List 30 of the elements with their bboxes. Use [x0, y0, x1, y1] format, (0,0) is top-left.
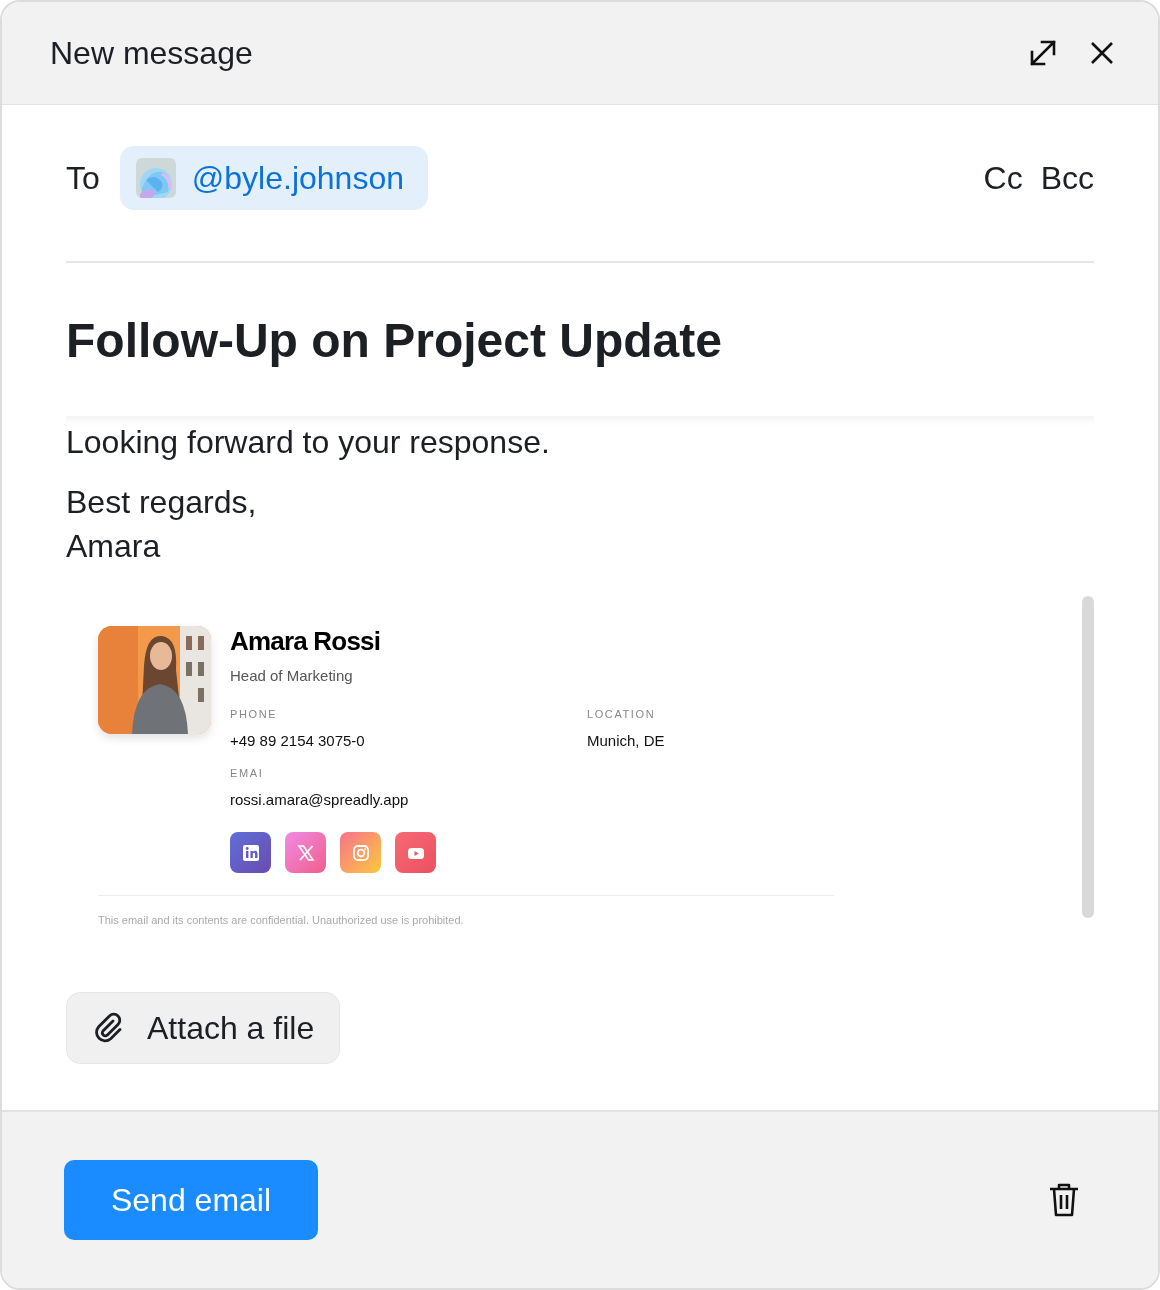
delete-button[interactable] [1048, 1182, 1080, 1218]
field-value: rossi.amara@spreadly.app [230, 791, 410, 808]
message-line: Best regards, [66, 483, 258, 522]
attach-button[interactable]: Attach a file [66, 992, 341, 1064]
expand-icon [1028, 38, 1058, 68]
close-icon [1090, 41, 1114, 65]
expand-button[interactable] [1028, 38, 1058, 68]
subject-field[interactable]: Follow-Up on Project Update [66, 313, 1094, 368]
field-value: Munich, DE [587, 732, 665, 749]
scrollbar-thumb[interactable] [1082, 596, 1094, 918]
field-label: PHONE [230, 708, 279, 720]
field-label: EMAI [230, 767, 265, 779]
youtube-icon[interactable] [395, 832, 436, 873]
to-label: To [66, 159, 100, 197]
trash-icon [1048, 1182, 1080, 1218]
sender-role: Head of Marketing [230, 667, 354, 684]
field-label: LOCATION [587, 708, 657, 720]
disclaimer-text: This email and its contents are confidential. Unauthorized use is prohibited. [98, 914, 465, 926]
field-value: +49 89 2154 3075-0 [230, 732, 366, 749]
instagram-icon[interactable] [340, 832, 381, 873]
recipient-chip[interactable]: @byle.johnson [119, 146, 428, 210]
window-title: New message [50, 34, 254, 72]
close-button[interactable] [1090, 41, 1114, 65]
cc-link[interactable]: Cc [983, 159, 1023, 197]
message-line: Looking forward to your response. [66, 423, 551, 462]
message-line: Amara [66, 527, 162, 566]
bcc-link[interactable]: Bcc [1040, 159, 1094, 197]
x-icon[interactable] [285, 832, 326, 873]
linkedin-icon[interactable] [230, 832, 271, 873]
sender-name: Amara Rossi [230, 626, 382, 657]
